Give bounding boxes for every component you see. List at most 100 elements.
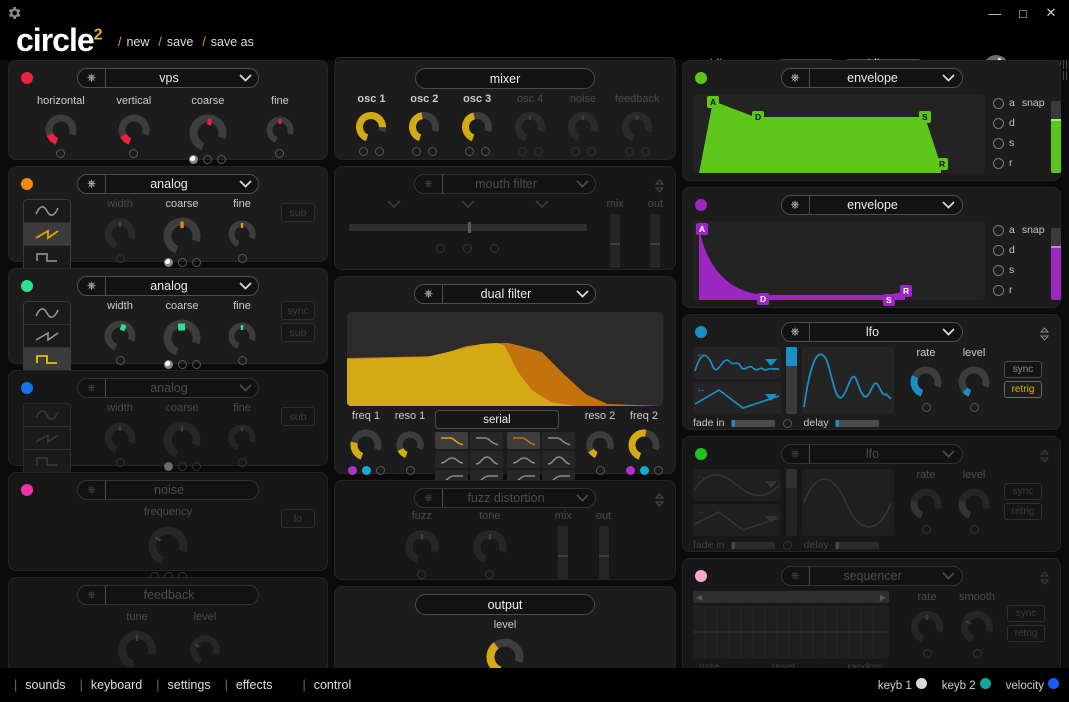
knob-osc2-width[interactable]: width <box>99 198 141 267</box>
envelope2-power-icon[interactable]: ⎈ <box>782 196 810 214</box>
lfo2-delay-slider[interactable] <box>835 542 879 549</box>
waveform-square-button[interactable] <box>24 246 70 269</box>
lfo2-sync-button[interactable]: sync <box>1004 483 1042 500</box>
mod-dot[interactable] <box>116 458 125 467</box>
envelope2-radio-a[interactable]: a snap <box>993 224 1045 236</box>
env-point-a[interactable]: A <box>707 96 719 108</box>
fuzz-power-icon[interactable]: ⎈ <box>415 489 443 507</box>
osc2-type-select[interactable]: ⎈ analog <box>77 174 259 194</box>
mod-dot[interactable] <box>238 356 247 365</box>
env-point-d[interactable]: D <box>752 111 764 123</box>
slider-handle[interactable] <box>1051 246 1061 248</box>
knob-mod-dots[interactable] <box>922 403 931 412</box>
lfo2-retrig-button[interactable]: retrig <box>1004 503 1042 520</box>
knob-mod-dots[interactable] <box>973 649 982 658</box>
knob-mod-dots[interactable] <box>626 466 663 475</box>
knob-osc4-coarse[interactable]: coarse <box>157 402 207 471</box>
mouth-vowel-select-3[interactable] <box>535 200 549 212</box>
envelope1-level-slider[interactable] <box>1051 101 1061 173</box>
waveform-sine-button[interactable] <box>24 404 70 427</box>
mod-dot[interactable] <box>129 149 138 158</box>
osc3-sync-button[interactable]: sync <box>281 301 315 320</box>
knob-reso2[interactable]: reso 2 <box>581 410 619 475</box>
filter1-type-lowpass2[interactable] <box>470 432 503 449</box>
mod-dot[interactable] <box>571 147 580 156</box>
mod-dot[interactable] <box>485 570 494 579</box>
radio-button[interactable] <box>993 245 1004 256</box>
knob-mod-dots[interactable] <box>923 649 932 658</box>
fader-track[interactable] <box>558 526 568 580</box>
lfo2-morph-slider[interactable] <box>786 469 797 536</box>
noise-lo-button[interactable]: lo <box>281 509 315 528</box>
channel-mod-dots[interactable] <box>518 147 543 156</box>
envelope2-radio-d[interactable]: d <box>993 244 1045 256</box>
lfo1-shape-b[interactable]: ↔ <box>693 382 781 414</box>
radio-button[interactable] <box>993 98 1004 109</box>
knob-mod-dots[interactable] <box>116 254 125 263</box>
mod-dot[interactable] <box>178 360 187 369</box>
lfo1-delay-slider[interactable] <box>835 420 879 427</box>
mod-dot[interactable] <box>406 466 415 475</box>
minimize-button[interactable]: — <box>981 0 1009 26</box>
knob-mod-dots[interactable] <box>164 360 201 369</box>
mod-dot[interactable] <box>359 147 368 156</box>
knob-mod-dots[interactable] <box>406 466 415 475</box>
env-point-r[interactable]: R <box>936 158 948 170</box>
osc3-type-select[interactable]: ⎈ analog <box>77 276 259 296</box>
mod-dot[interactable] <box>436 244 445 253</box>
waveform-saw-button[interactable] <box>24 325 70 348</box>
lfo2-fade-in-mod-dot[interactable] <box>783 541 792 550</box>
mod-dot[interactable] <box>217 155 226 164</box>
fader-track[interactable] <box>599 526 609 580</box>
knob-mod-dots[interactable] <box>970 403 979 412</box>
lfo1-select[interactable]: ⎈ lfo <box>781 322 963 342</box>
mouth-filter-out-fader[interactable]: out <box>648 198 663 268</box>
sequencer-mod-icon[interactable] <box>1039 571 1050 586</box>
osc1-type-select[interactable]: ⎈ vps <box>77 68 259 88</box>
env-point-r[interactable]: R <box>900 285 912 297</box>
mod-dot[interactable] <box>164 360 173 369</box>
mod-dot[interactable] <box>654 466 663 475</box>
knob-osc4-fine[interactable]: fine <box>223 402 261 471</box>
close-button[interactable]: ✕ <box>1037 0 1065 26</box>
mod-dot[interactable] <box>116 254 125 263</box>
envelope1-graph[interactable]: A D S R <box>693 94 985 173</box>
knob-fuzz[interactable]: fuzz <box>399 510 445 579</box>
mouth-filter-mod-dots[interactable] <box>347 244 589 253</box>
knob-osc1-coarse[interactable]: coarse <box>183 95 233 164</box>
envelope1-radio-a[interactable]: a snap <box>993 97 1045 109</box>
output-title[interactable]: output <box>415 594 595 615</box>
slider-handle[interactable] <box>1051 119 1061 121</box>
channel-mod-dots[interactable] <box>465 147 490 156</box>
lfo1-sync-button[interactable]: sync <box>1004 361 1042 378</box>
filter1-type-bandpass2[interactable] <box>470 451 503 468</box>
knob-mod-dots[interactable] <box>922 525 931 534</box>
osc4-power-icon[interactable]: ⎈ <box>78 379 106 397</box>
waveform-saw-button[interactable] <box>24 223 70 246</box>
knob-lfo2-rate[interactable]: rate <box>905 469 947 534</box>
knob-freq2[interactable]: freq 2 <box>623 410 665 475</box>
fader-track[interactable] <box>650 214 660 268</box>
knob-mod-dots[interactable] <box>164 258 201 267</box>
knob-mod-dots[interactable] <box>970 525 979 534</box>
nav-keyboard[interactable]: |keyboard <box>66 678 143 692</box>
filter2-type-bandpass2[interactable] <box>542 451 575 468</box>
mixer-title[interactable]: mixer <box>415 68 595 89</box>
channel-mod-dots[interactable] <box>625 147 650 156</box>
knob-mod-dots[interactable] <box>238 356 247 365</box>
lfo1-shape-a[interactable]: ↔ <box>693 347 781 379</box>
mod-dot[interactable] <box>189 155 198 164</box>
nav-control[interactable]: |control <box>288 678 351 692</box>
sequencer-step-grid[interactable] <box>693 605 889 659</box>
knob-freq1[interactable]: freq 1 <box>345 410 387 475</box>
mod-dot[interactable] <box>192 258 201 267</box>
envelope2-level-slider[interactable] <box>1051 228 1061 300</box>
status-keyb2[interactable]: keyb 2 <box>942 678 991 692</box>
knob-mod-dots[interactable] <box>238 254 247 263</box>
mod-dot[interactable] <box>534 147 543 156</box>
status-keyb1[interactable]: keyb 1 <box>878 678 927 692</box>
osc3-power-icon[interactable]: ⎈ <box>78 277 106 295</box>
dual-filter-power-icon[interactable]: ⎈ <box>415 285 443 303</box>
menu-new[interactable]: new <box>126 35 149 49</box>
triangle-down-icon[interactable] <box>765 475 777 493</box>
